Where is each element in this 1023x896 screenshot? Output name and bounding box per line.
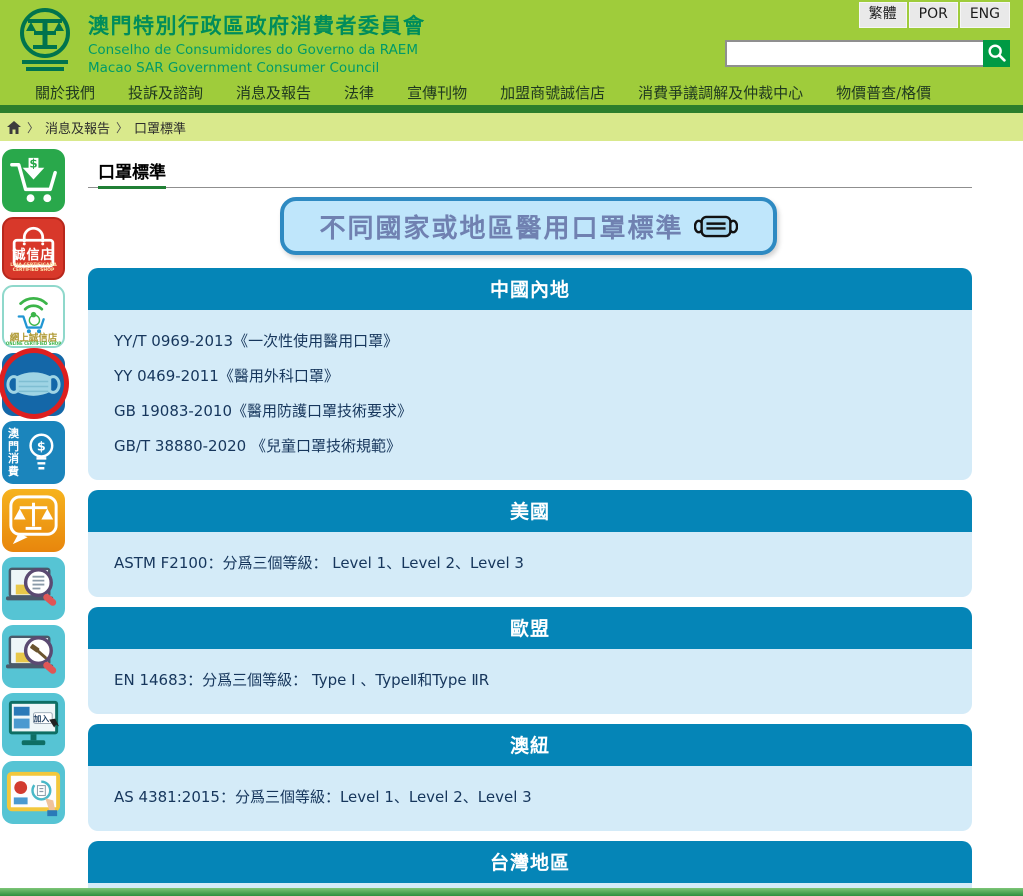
certified-shop-icon[interactable]: 誠信店 LOJA CERTIFICADA CERTIFIED SHOP: [2, 217, 65, 280]
standards-sections: 中國內地 YY/T 0969-2013《一次性使用醫用口罩》 YY 0469-20…: [88, 268, 972, 889]
mask-standards-icon[interactable]: [2, 353, 65, 416]
standard-line: GB/T 38880-2020 《兒童口罩技術規範》: [114, 435, 962, 456]
nav-item[interactable]: 加盟商號誠信店: [500, 82, 605, 103]
breadcrumb-separator: 〉: [116, 119, 128, 136]
standard-line: ASTM F2100：分爲三個等級： Level 1、Level 2、Level…: [114, 552, 962, 573]
section-body: AS 4381:2015：分爲三個等級：Level 1、Level 2、Leve…: [88, 766, 972, 831]
standard-line: AS 4381:2015：分爲三個等級：Level 1、Level 2、Leve…: [114, 786, 962, 807]
nav-item[interactable]: 關於我們: [35, 82, 95, 103]
site-header: 澳門特別行政區政府消費者委員會 Conselho de Consumidores…: [0, 0, 1023, 80]
svg-text:$: $: [29, 157, 37, 171]
lang-button-english[interactable]: ENG: [960, 2, 1010, 28]
standard-line: YY 0469-2011《醫用外科口罩》: [114, 365, 962, 386]
consumer-council-logo[interactable]: [12, 6, 78, 76]
section-title: 台灣地區: [88, 841, 972, 883]
standards-section: 歐盟 EN 14683：分爲三個等級： Type Ⅰ 、TypeⅡ和Type Ⅱ…: [88, 607, 972, 714]
section-title: 澳紐: [88, 724, 972, 766]
breadcrumb: 〉 消息及報告 〉 口罩標準: [0, 113, 1023, 141]
nav-item[interactable]: 消費爭議調解及仲裁中心: [638, 82, 803, 103]
section-body: EN 14683：分爲三個等級： Type Ⅰ 、TypeⅡ和Type ⅡR: [88, 649, 972, 714]
main-nav: 關於我們 投訴及諮詢 消息及報告 法律 宣傳刊物 加盟商號誠信店 消費爭議調解及仲裁中心 物價…: [0, 80, 1023, 105]
standard-line: EN 14683：分爲三個等級： Type Ⅰ 、TypeⅡ和Type ⅡR: [114, 669, 962, 690]
content-area: $ 誠信店 LOJA CERTIFICADA CERTIFIED SHOP 網上…: [0, 141, 1023, 889]
footer-top-strip: [0, 888, 1023, 896]
standard-line: GB 19083-2010《醫用防護口罩技術要求》: [114, 400, 962, 421]
main-column: 口罩標準 不同國家或地區醫用口罩標準 中國內地 YY/T 0969-2013《一…: [88, 141, 972, 889]
section-title: 美國: [88, 490, 972, 532]
page-title-row: 口罩標準: [88, 141, 972, 188]
section-body: ASTM F2100：分爲三個等級： Level 1、Level 2、Level…: [88, 532, 972, 597]
banner-title: 不同國家或地區醫用口罩標準: [319, 208, 683, 245]
lang-button-traditional-chinese[interactable]: 繁體: [859, 2, 907, 28]
standards-section: 美國 ASTM F2100：分爲三個等級： Level 1、Level 2、Le…: [88, 490, 972, 597]
search-cases-laptop-icon[interactable]: [2, 625, 65, 688]
section-title: 中國內地: [88, 268, 972, 310]
svg-text:$: $: [37, 440, 46, 455]
nav-item[interactable]: 投訴及諮詢: [128, 82, 203, 103]
nav-item[interactable]: 消息及報告: [236, 82, 311, 103]
nav-divider-bar: [0, 105, 1023, 113]
lang-button-portuguese[interactable]: POR: [909, 2, 958, 28]
macao-consumption-icon[interactable]: 澳門消費 $: [2, 421, 65, 484]
breadcrumb-news-reports[interactable]: 消息及報告: [45, 118, 110, 137]
standards-section: 澳紐 AS 4381:2015：分爲三個等級：Level 1、Level 2、L…: [88, 724, 972, 831]
org-title-en: Macao SAR Government Consumer Council: [88, 60, 426, 76]
standards-section: 台灣地區 分爲四個等級： CNS14774、CNS14775、CNS14776、…: [88, 841, 972, 889]
org-title-zh: 澳門特別行政區政府消費者委員會: [88, 10, 426, 40]
breadcrumb-current-page: 口罩標準: [134, 118, 186, 137]
search-button[interactable]: [983, 40, 1010, 67]
banner-mask-standards: 不同國家或地區醫用口罩標準: [280, 197, 777, 255]
search-reports-laptop-icon[interactable]: [2, 557, 65, 620]
sidebar-quicklinks: $ 誠信店 LOJA CERTIFICADA CERTIFIED SHOP 網上…: [2, 149, 82, 829]
home-icon[interactable]: [7, 121, 21, 134]
mask-icon: [694, 212, 738, 241]
org-titles: 澳門特別行政區政府消費者委員會 Conselho de Consumidores…: [88, 10, 426, 76]
nav-item[interactable]: 法律: [344, 82, 374, 103]
search-input[interactable]: [725, 40, 983, 67]
section-title: 歐盟: [88, 607, 972, 649]
online-subscription-tablet-icon[interactable]: [2, 761, 65, 824]
breadcrumb-separator: 〉: [27, 119, 39, 136]
nav-item[interactable]: 物價普查/格價: [836, 82, 931, 103]
nav-item[interactable]: 宣傳刊物: [407, 82, 467, 103]
page-title: 口罩標準: [98, 158, 166, 189]
search-icon: [986, 52, 1008, 67]
org-title-pt: Conselho de Consumidores do Governo da R…: [88, 42, 426, 58]
svg-text:加入: 加入: [33, 714, 50, 724]
search-bar: [725, 40, 1010, 67]
standard-line: YY/T 0969-2013《一次性使用醫用口罩》: [114, 330, 962, 351]
supermarket-price-cart-icon[interactable]: $: [2, 149, 65, 212]
standards-section: 中國內地 YY/T 0969-2013《一次性使用醫用口罩》 YY 0469-20…: [88, 268, 972, 480]
section-body: YY/T 0969-2013《一次性使用醫用口罩》 YY 0469-2011《醫用…: [88, 310, 972, 480]
online-certified-shop-icon[interactable]: 網上誠信店 ONLINE CERTIFIED SHOP: [2, 285, 65, 348]
join-online-monitor-icon[interactable]: 加入: [2, 693, 65, 756]
arbitration-scales-icon[interactable]: [2, 489, 65, 552]
language-switcher: 繁體 POR ENG: [859, 2, 1010, 28]
